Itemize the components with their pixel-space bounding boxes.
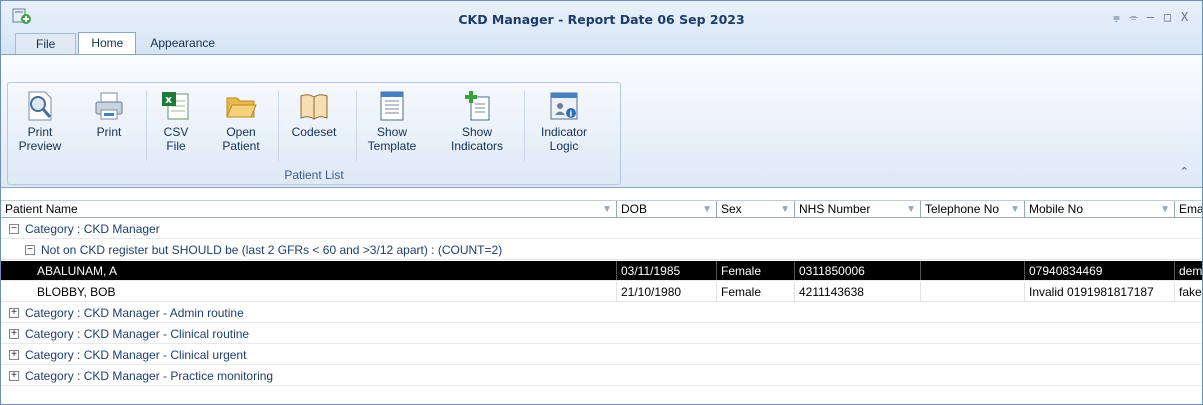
table-row[interactable]: ABALUNAM, A 03/11/1985 Female 0311850006… — [1, 261, 1202, 281]
tab-appearance[interactable]: Appearance — [138, 33, 227, 54]
maximize-button[interactable]: □ — [1162, 10, 1173, 25]
indicator-logic-icon: i — [547, 89, 581, 123]
print-button[interactable]: Print — [86, 85, 132, 163]
window-title: CKD Manager - Report Date 06 Sep 2023 — [458, 12, 745, 27]
app-window: CKD Manager - Report Date 06 Sep 2023 ⩦ … — [0, 0, 1203, 405]
filter-icon[interactable]: ▼ — [602, 201, 612, 218]
nhs-number-cell: 4211143638 — [795, 282, 921, 301]
mobile-cell: 07940834469 — [1025, 261, 1175, 280]
svg-text:i: i — [570, 110, 573, 119]
column-header-mobile[interactable]: Mobile No ▼ — [1025, 201, 1175, 218]
subgroup-row[interactable]: − Not on CKD register but SHOULD be (last… — [1, 240, 1202, 260]
patient-name-cell: ABALUNAM, A — [33, 261, 617, 280]
ribbon-separator — [146, 91, 147, 161]
expand-row-icon[interactable]: + — [9, 370, 19, 381]
pin-icon[interactable]: ⩦ — [1111, 10, 1122, 25]
telephone-cell — [921, 282, 1025, 301]
category-row[interactable]: + Category : CKD Manager - Practice monit… — [1, 366, 1202, 386]
excel-csv-icon: x — [159, 89, 193, 123]
indicator-logic-button[interactable]: i Indicator Logic — [532, 85, 596, 163]
sex-cell: Female — [717, 282, 795, 301]
tab-file[interactable]: File — [15, 33, 77, 54]
tab-home[interactable]: Home — [78, 32, 137, 55]
ribbon: Print Preview Print x CSV File Open Pati… — [1, 54, 1202, 188]
book-icon — [297, 89, 331, 123]
close-button[interactable]: X — [1179, 10, 1190, 25]
email-cell: fake — [1179, 285, 1202, 299]
group-label: Patient List — [284, 168, 344, 182]
ribbon-tabs: File Home Appearance — [15, 32, 229, 55]
column-header-sex[interactable]: Sex ▼ — [717, 201, 795, 218]
expand-row-icon[interactable]: + — [9, 349, 19, 360]
category-row[interactable]: − Category : CKD Manager — [1, 219, 1202, 239]
collapse-ribbon-icon[interactable]: ⌃ — [1180, 165, 1189, 178]
category-row[interactable]: + Category : CKD Manager - Clinical urgen… — [1, 345, 1202, 365]
csv-file-button[interactable]: x CSV File — [154, 85, 198, 163]
show-indicators-button[interactable]: Show Indicators — [444, 85, 510, 163]
expand-row-icon[interactable]: + — [9, 328, 19, 339]
dob-cell: 21/10/1980 — [617, 282, 717, 301]
category-row[interactable]: + Category : CKD Manager - Clinical routi… — [1, 324, 1202, 344]
patient-grid: Patient Name ▼ DOB ▼ Sex ▼ NHS Number ▼ Tele… — [1, 200, 1202, 405]
column-header-dob[interactable]: DOB ▼ — [617, 201, 717, 218]
filter-icon[interactable]: ▼ — [702, 201, 712, 218]
filter-icon[interactable]: ▼ — [906, 201, 916, 218]
open-folder-icon — [224, 89, 258, 123]
grid-header: Patient Name ▼ DOB ▼ Sex ▼ NHS Number ▼ Tele… — [1, 200, 1202, 218]
filter-icon[interactable]: ▼ — [1160, 201, 1170, 218]
table-row[interactable]: BLOBBY, BOB 21/10/1980 Female 4211143638… — [1, 282, 1202, 302]
codeset-button[interactable]: Codeset — [284, 85, 344, 163]
column-header-email[interactable]: Ema — [1175, 201, 1202, 218]
template-icon — [375, 89, 409, 123]
expand-row-icon[interactable]: + — [9, 307, 19, 318]
collapse-row-icon[interactable]: − — [25, 244, 35, 255]
open-patient-button[interactable]: Open Patient — [216, 85, 266, 163]
column-header-nhs-number[interactable]: NHS Number ▼ — [795, 201, 921, 218]
column-header-telephone[interactable]: Telephone No ▼ — [921, 201, 1025, 218]
sex-cell: Female — [717, 261, 795, 280]
filter-icon[interactable]: ▼ — [780, 201, 790, 218]
show-template-button[interactable]: Show Template — [362, 85, 422, 163]
minimize-button[interactable]: – — [1145, 10, 1156, 25]
ribbon-separator — [356, 91, 357, 161]
svg-text:x: x — [165, 93, 172, 106]
email-cell: dem — [1179, 264, 1202, 278]
telephone-cell — [921, 261, 1025, 280]
column-header-patient-name[interactable]: Patient Name ▼ — [1, 201, 617, 218]
category-row[interactable]: + Category : CKD Manager - Admin routine — [1, 303, 1202, 323]
mobile-cell: Invalid 0191981817187 — [1025, 282, 1175, 301]
nhs-number-cell: 0311850006 — [795, 261, 921, 280]
restore-layout-icon[interactable]: ⌯ — [1128, 10, 1139, 25]
print-preview-icon — [23, 89, 57, 123]
dob-cell: 03/11/1985 — [617, 261, 717, 280]
add-indicator-icon — [460, 89, 494, 123]
print-preview-button[interactable]: Print Preview — [14, 85, 66, 163]
patient-name-cell: BLOBBY, BOB — [33, 282, 617, 301]
window-controls: ⩦ ⌯ – □ X — [1111, 10, 1190, 25]
title-bar: CKD Manager - Report Date 06 Sep 2023 ⩦ … — [1, 1, 1202, 55]
ribbon-separator — [278, 91, 279, 161]
printer-icon — [92, 89, 126, 123]
ribbon-separator — [524, 91, 525, 161]
filter-icon[interactable]: ▼ — [1010, 201, 1020, 218]
patient-list-group: Print Preview Print x CSV File Open Pati… — [7, 82, 621, 185]
collapse-row-icon[interactable]: − — [9, 223, 19, 234]
